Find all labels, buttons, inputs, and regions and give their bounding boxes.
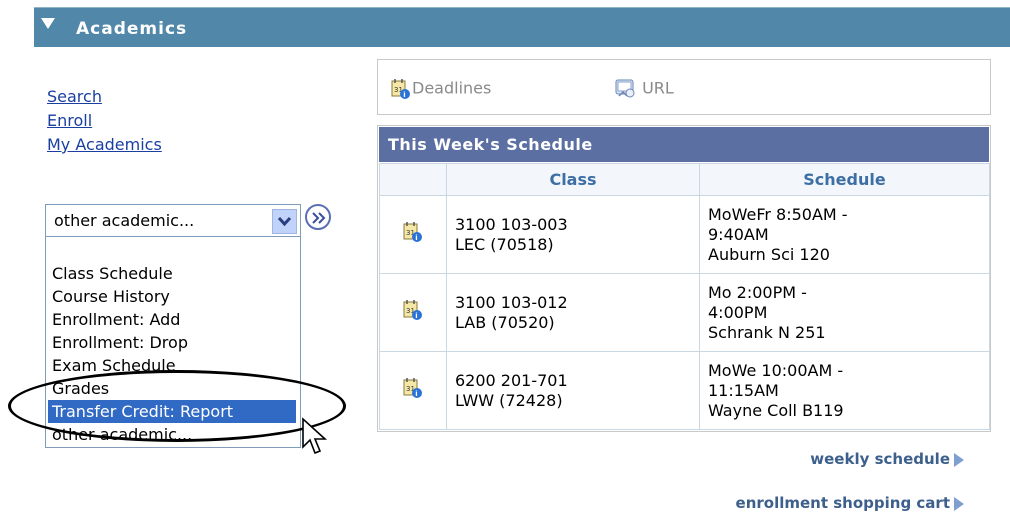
schedule-cell: MoWeFr 8:50AM - 9:40AM Auburn Sci 120 [699, 195, 990, 274]
svg-text:i: i [403, 91, 405, 99]
svg-text:i: i [415, 390, 417, 398]
collapse-triangle-icon[interactable] [41, 18, 55, 29]
row-icon-cell[interactable]: 31 i [379, 351, 447, 430]
enroll-link[interactable]: Enroll [47, 109, 162, 133]
schedule-cell: MoWe 10:00AM - 11:15AM Wayne Coll B119 [699, 351, 990, 430]
class-column-header: Class [446, 163, 700, 196]
calendar-info-icon[interactable]: 31 i [402, 377, 424, 399]
table-header-row: Class Schedule [379, 163, 990, 196]
deadlines-link[interactable]: 31 i Deadlines [390, 78, 491, 100]
deadlines-label: Deadlines [412, 78, 492, 98]
schedule-days-time: Mo 2:00PM - [708, 282, 807, 302]
option-enrollment-add[interactable]: Enrollment: Add [51, 308, 180, 331]
class-component: LAB (70520) [455, 312, 555, 332]
go-button[interactable] [305, 204, 331, 230]
schedule-title: This Week's Schedule [388, 135, 593, 154]
class-cell: 6200 201-701 LWW (72428) [446, 351, 700, 430]
my-academics-link[interactable]: My Academics [47, 133, 162, 157]
option-course-history[interactable]: Course History [51, 285, 170, 308]
class-section: 3100 103-003 [455, 214, 568, 234]
dropdown-arrow-icon[interactable] [272, 209, 297, 234]
weekly-schedule-label: weekly schedule [810, 450, 950, 468]
class-component: LEC (70518) [455, 234, 554, 254]
table-row: 31 i 3100 103-012 LAB (70520) Mo 2:00PM … [379, 273, 990, 352]
schedule-room: Schrank N 251 [708, 322, 826, 342]
shopping-cart-label: enrollment shopping cart [735, 494, 950, 512]
schedule-end-time: 11:15AM [708, 380, 779, 400]
url-icon [615, 79, 635, 98]
schedule-end-time: 9:40AM [708, 224, 769, 244]
class-section: 6200 201-701 [455, 370, 568, 390]
row-icon-cell[interactable]: 31 i [379, 273, 447, 352]
svg-text:i: i [415, 234, 417, 242]
search-link[interactable]: Search [47, 85, 162, 109]
play-arrow-icon [954, 452, 964, 467]
option-enrollment-drop[interactable]: Enrollment: Drop [51, 331, 188, 354]
class-cell: 3100 103-003 LEC (70518) [446, 195, 700, 274]
weekly-schedule-panel: This Week's Schedule Class Schedule 31 i… [377, 125, 991, 432]
left-links: Search Enroll My Academics [47, 85, 162, 157]
option-class-schedule[interactable]: Class Schedule [51, 262, 173, 285]
row-icon-cell[interactable]: 31 i [379, 195, 447, 274]
double-chevron-right-icon [312, 212, 326, 224]
icon-column-header [379, 163, 447, 196]
schedule-caption: This Week's Schedule [379, 127, 989, 162]
schedule-days-time: MoWe 10:00AM - [708, 360, 844, 380]
schedule-table: Class Schedule 31 i 3100 103-003 LEC (70… [379, 163, 990, 430]
shopping-cart-link[interactable]: enrollment shopping cart [736, 494, 964, 512]
schedule-room: Wayne Coll B119 [708, 400, 844, 420]
schedule-column-header: Schedule [699, 163, 990, 196]
table-row: 31 i 3100 103-003 LEC (70518) MoWeFr 8:5… [379, 195, 990, 274]
calendar-info-icon[interactable]: 31 i [402, 299, 424, 321]
svg-text:i: i [415, 312, 417, 320]
schedule-days-time: MoWeFr 8:50AM - [708, 204, 848, 224]
deadlines-bar: 31 i Deadlines URL [377, 59, 991, 115]
schedule-cell: Mo 2:00PM - 4:00PM Schrank N 251 [699, 273, 990, 352]
mouse-cursor-icon [302, 417, 328, 455]
class-cell: 3100 103-012 LAB (70520) [446, 273, 700, 352]
weekly-schedule-link[interactable]: weekly schedule [810, 450, 964, 468]
highlight-ellipse [8, 370, 346, 442]
schedule-room: Auburn Sci 120 [708, 244, 830, 264]
section-title: Academics [76, 19, 188, 39]
calendar-info-icon: 31 i [391, 79, 410, 99]
table-row: 31 i 6200 201-701 LWW (72428) MoWe 10:00… [379, 351, 990, 430]
class-section: 3100 103-012 [455, 292, 568, 312]
url-link[interactable]: URL [613, 78, 674, 100]
calendar-info-icon[interactable]: 31 i [402, 221, 424, 243]
play-arrow-icon [954, 496, 964, 511]
url-label: URL [642, 78, 674, 98]
select-value: other academic... [54, 211, 195, 230]
schedule-end-time: 4:00PM [708, 302, 768, 322]
class-component: LWW (72428) [455, 390, 563, 410]
academics-select[interactable]: other academic... [45, 204, 301, 237]
academics-header[interactable]: Academics [34, 7, 1010, 47]
